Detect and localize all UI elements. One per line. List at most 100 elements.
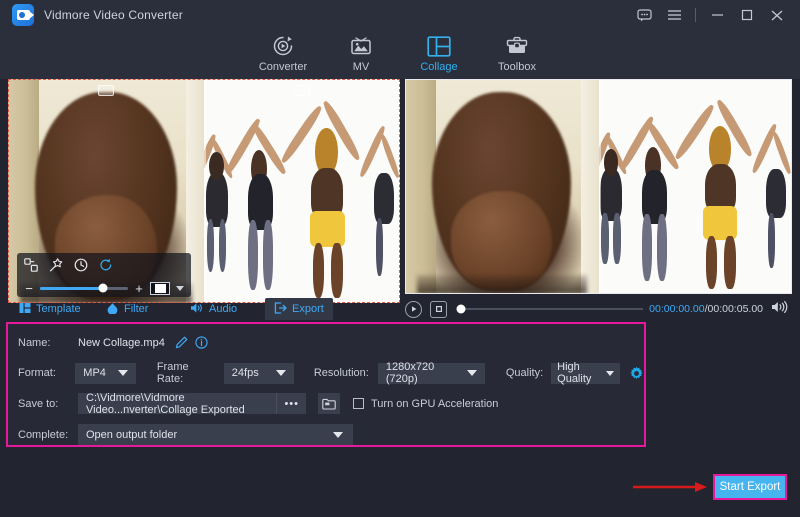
editor-tab-filter-label: Filter xyxy=(124,303,148,315)
editor-tab-audio[interactable]: Audio xyxy=(181,298,246,320)
player-controls: 00:00:00.00/00:00:05.00 xyxy=(405,296,792,322)
converter-icon xyxy=(272,34,294,58)
export-name-value: New Collage.mp4 xyxy=(78,337,165,349)
collage-cell-2-badge xyxy=(294,85,310,96)
tab-mv[interactable]: MV xyxy=(322,30,400,79)
resolution-select[interactable]: 1280x720 (720p) xyxy=(378,363,485,384)
playback-progress-handle[interactable] xyxy=(456,305,465,314)
editor-tab-template-label: Template xyxy=(36,303,81,315)
format-select-value: MP4 xyxy=(83,367,106,379)
quality-select[interactable]: High Quality xyxy=(551,363,620,384)
gear-icon[interactable] xyxy=(629,366,644,381)
template-icon xyxy=(19,302,31,317)
quality-select-value: High Quality xyxy=(557,361,606,385)
output-cell-2 xyxy=(599,79,793,294)
titlebar-divider xyxy=(695,8,696,22)
tab-mv-label: MV xyxy=(353,61,370,73)
feedback-icon[interactable] xyxy=(629,0,659,30)
complete-action-select[interactable]: Open output folder xyxy=(78,424,353,445)
collage-cell-2-video xyxy=(204,79,400,303)
folder-icon[interactable] xyxy=(318,393,340,414)
saveto-path-field[interactable]: C:\Vidmore\Vidmore Video...nverter\Colla… xyxy=(78,393,306,414)
crop-icon[interactable] xyxy=(24,258,38,277)
tab-collage[interactable]: Collage xyxy=(400,30,478,79)
collage-icon xyxy=(427,34,451,58)
complete-action-value: Open output folder xyxy=(86,429,177,441)
export-framerate-label: Frame Rate: xyxy=(157,361,215,385)
main-nav-tabs: Converter MV Collage Toolbox xyxy=(0,30,800,79)
filter-icon xyxy=(106,302,119,317)
playback-total-time: 00:00:05.00 xyxy=(708,303,763,315)
play-icon[interactable] xyxy=(405,301,422,318)
export-saveto-label: Save to: xyxy=(18,398,70,410)
collage-editor-pane[interactable]: − + xyxy=(8,79,400,303)
export-complete-label: Complete: xyxy=(18,429,70,441)
export-name-row: Name: New Collage.mp4 xyxy=(18,336,208,349)
editor-tab-strip: Template Filter Audio Export xyxy=(0,298,400,320)
menu-icon[interactable] xyxy=(659,0,689,30)
output-preview-pane xyxy=(405,79,792,294)
export-resolution-label: Resolution: xyxy=(314,367,369,379)
playback-time: 00:00:00.00/00:00:05.00 xyxy=(649,303,763,315)
magic-wand-icon[interactable] xyxy=(49,258,63,277)
clock-icon[interactable] xyxy=(74,258,88,277)
maximize-icon[interactable] xyxy=(732,0,762,30)
collage-cell-divider[interactable] xyxy=(204,79,206,303)
export-complete-row: Complete: Open output folder xyxy=(18,424,353,445)
tab-collage-label: Collage xyxy=(420,61,457,73)
minimize-icon[interactable] xyxy=(702,0,732,30)
aspect-ratio-icon[interactable] xyxy=(150,282,170,295)
tab-converter-label: Converter xyxy=(259,61,307,73)
zoom-slider[interactable] xyxy=(40,287,128,290)
framerate-select-value: 24fps xyxy=(232,367,259,379)
gpu-acceleration-checkbox[interactable] xyxy=(353,398,364,409)
stop-icon[interactable] xyxy=(430,301,447,318)
editor-tab-export-label: Export xyxy=(292,303,324,315)
gpu-acceleration-checkbox-row[interactable]: Turn on GPU Acceleration xyxy=(353,398,498,410)
cell-edit-toolbar[interactable]: − + xyxy=(17,253,191,297)
framerate-select[interactable]: 24fps xyxy=(224,363,294,384)
editor-tab-export[interactable]: Export xyxy=(265,298,333,320)
format-chevron-down-icon xyxy=(118,370,128,376)
annotation-arrow xyxy=(633,481,708,493)
window-controls xyxy=(629,0,792,30)
zoom-in-button[interactable]: + xyxy=(134,282,144,295)
saveto-path-value: C:\Vidmore\Vidmore Video...nverter\Colla… xyxy=(86,392,276,416)
zoom-slider-handle[interactable] xyxy=(99,284,108,293)
playback-current-time: 00:00:00.00 xyxy=(649,303,704,315)
volume-icon[interactable] xyxy=(771,300,788,319)
editor-tab-audio-label: Audio xyxy=(209,303,237,315)
app-window: Vidmore Video Converter xyxy=(0,0,800,517)
output-collage-grid xyxy=(405,79,792,294)
export-settings-panel: Name: New Collage.mp4 Format: MP4 Frame … xyxy=(6,322,646,447)
editor-tab-template[interactable]: Template xyxy=(10,298,90,320)
editor-tab-filter[interactable]: Filter xyxy=(97,298,157,320)
collage-cell-2[interactable] xyxy=(204,79,400,303)
export-icon xyxy=(274,302,287,317)
framerate-chevron-down-icon xyxy=(276,370,286,376)
close-icon[interactable] xyxy=(762,0,792,30)
quality-chevron-down-icon xyxy=(606,371,614,376)
zoom-out-button[interactable]: − xyxy=(24,282,34,295)
tab-toolbox-label: Toolbox xyxy=(498,61,536,73)
tab-converter[interactable]: Converter xyxy=(244,30,322,79)
output-cell-2-video xyxy=(599,79,793,294)
saveto-browse-button[interactable]: ••• xyxy=(276,393,306,414)
title-bar: Vidmore Video Converter xyxy=(0,0,800,30)
pencil-icon[interactable] xyxy=(175,336,188,349)
start-export-label: Start Export xyxy=(720,481,781,493)
gpu-acceleration-label: Turn on GPU Acceleration xyxy=(371,398,498,410)
app-title: Vidmore Video Converter xyxy=(44,8,183,22)
aspect-ratio-chevron-down-icon[interactable] xyxy=(176,286,184,291)
output-cell-1 xyxy=(405,79,599,294)
output-cell-1-video xyxy=(405,79,599,294)
resolution-select-value: 1280x720 (720p) xyxy=(386,361,467,385)
playback-progress-slider[interactable] xyxy=(457,308,643,310)
complete-chevron-down-icon xyxy=(333,432,343,438)
start-export-button[interactable]: Start Export xyxy=(713,474,787,500)
tab-toolbox[interactable]: Toolbox xyxy=(478,30,556,79)
info-icon[interactable] xyxy=(195,336,208,349)
rotate-icon[interactable] xyxy=(99,258,113,277)
format-select[interactable]: MP4 xyxy=(75,363,136,384)
collage-cell-1-badge xyxy=(98,85,114,96)
